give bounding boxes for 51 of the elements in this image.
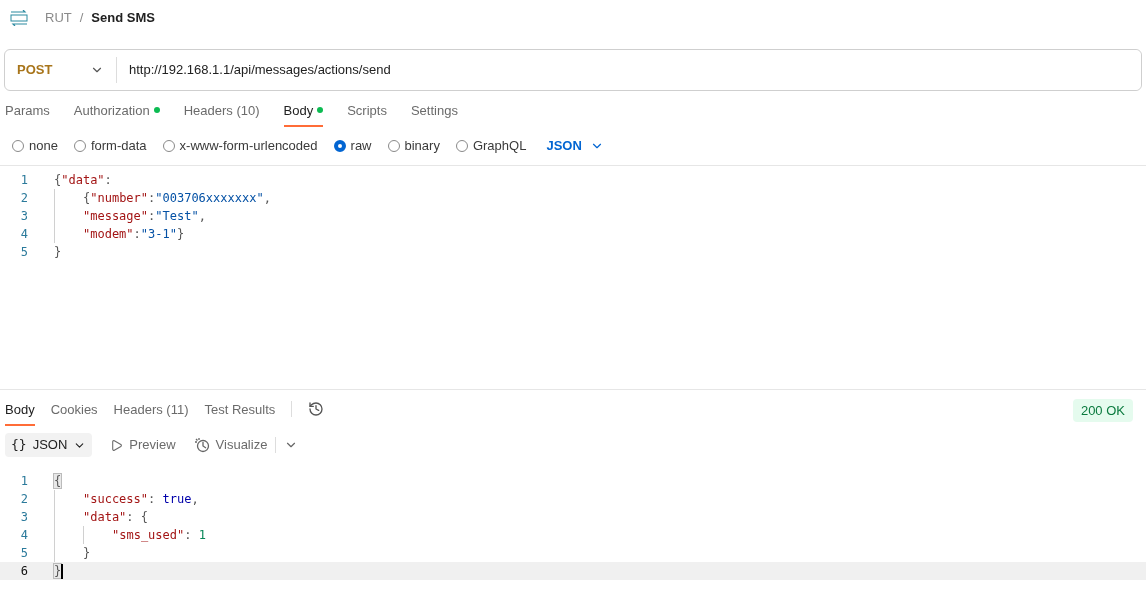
line-number: 5 [19, 545, 29, 562]
code-line: } [54, 244, 62, 261]
request-tab[interactable]: Scripts [347, 100, 387, 127]
line-number: 4 [19, 226, 29, 243]
code-line: {"number":"003706xxxxxxx", [83, 190, 271, 207]
breadcrumb-parent[interactable]: RUT [45, 8, 72, 28]
request-tab[interactable]: Body [283, 100, 324, 127]
http-icon [9, 10, 29, 26]
history-icon[interactable] [308, 400, 325, 417]
line-number: 2 [19, 190, 29, 207]
code-line: "data": { [83, 509, 149, 526]
radio-label: form-data [90, 137, 147, 156]
line-number: 5 [19, 244, 29, 261]
code-line: } [83, 545, 91, 562]
preview-button[interactable]: Preview [110, 435, 176, 455]
radio-label: none [29, 137, 58, 156]
radio-label: GraphQL [472, 137, 527, 156]
code-line: "message":"Test", [83, 208, 206, 225]
visualize-icon [193, 437, 210, 453]
request-tab[interactable]: Params [5, 100, 50, 127]
code-line: "modem":"3-1"} [83, 226, 185, 243]
braces-label: {} [11, 436, 27, 455]
request-tab[interactable]: Settings [410, 100, 458, 127]
request-tab[interactable]: Headers (10) [183, 100, 260, 127]
line-number: 4 [19, 527, 29, 544]
line-number: 1 [19, 172, 29, 189]
radio-label: x-www-form-urlencoded [179, 137, 318, 156]
breadcrumb-separator: / [79, 9, 84, 28]
response-tab[interactable]: Headers (11) [113, 390, 189, 427]
radio-label: binary [404, 137, 440, 156]
response-tab[interactable]: Cookies [50, 390, 98, 427]
radio-label: raw [350, 137, 372, 156]
line-number: 3 [19, 509, 29, 526]
request-title: Send SMS [91, 9, 155, 28]
response-tab[interactable]: Body [5, 390, 35, 427]
format-dropdown[interactable]: {} JSON [5, 433, 93, 457]
radio-button[interactable] [333, 140, 346, 152]
line-number: 2 [19, 491, 29, 508]
play-icon [110, 438, 124, 452]
format-select[interactable]: JSON [546, 136, 604, 156]
text-cursor [61, 563, 64, 579]
line-number: 6 [19, 563, 29, 580]
code-line: {"data": [54, 172, 112, 189]
code-line: "success": true, [83, 491, 199, 508]
status-badge: 200 OK [1072, 398, 1133, 423]
code-line: "sms_used": 1 [112, 527, 206, 544]
response-tab[interactable]: Test Results [204, 390, 276, 427]
request-tab[interactable]: Authorization [73, 100, 160, 127]
line-number: 3 [19, 208, 29, 225]
visualize-button[interactable]: Visualize [193, 435, 268, 455]
line-number: 1 [19, 473, 29, 490]
